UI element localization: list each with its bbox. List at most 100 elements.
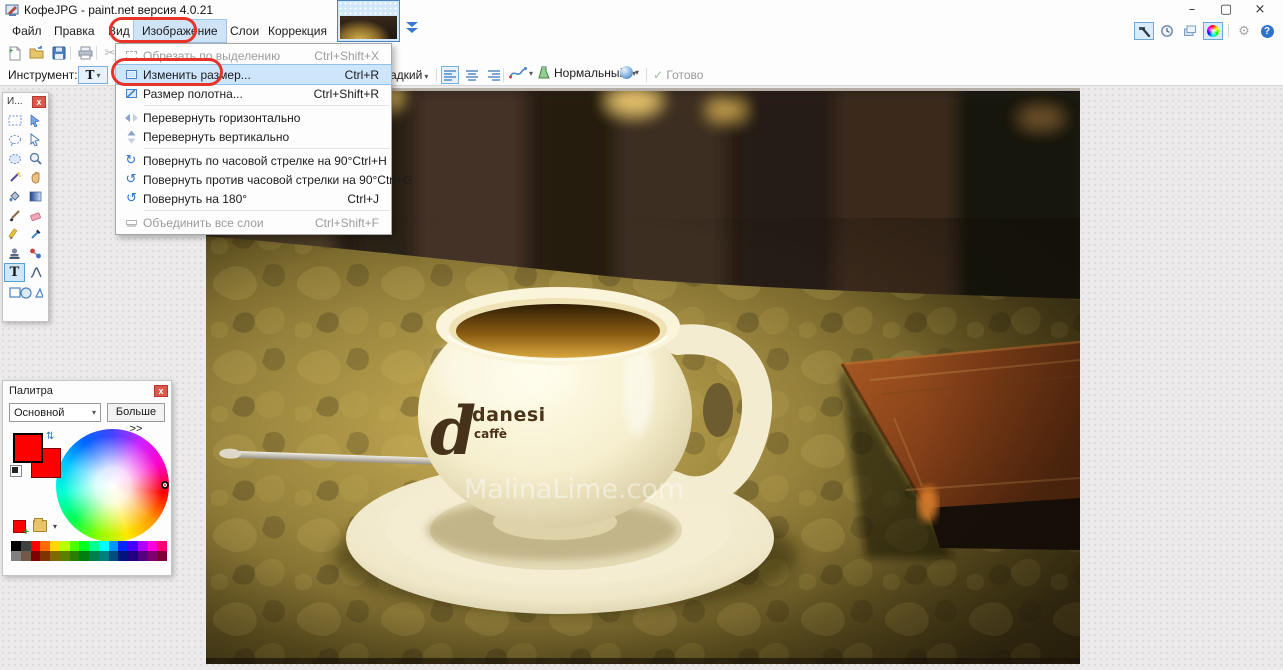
menu-view[interactable]: Вид bbox=[100, 20, 138, 42]
antialias-dropdown[interactable]: ▾ bbox=[620, 66, 639, 79]
menu-adjustments[interactable]: Коррекция bbox=[260, 20, 335, 42]
tool-recolor[interactable] bbox=[25, 244, 46, 263]
document-tab[interactable] bbox=[337, 0, 400, 42]
color-swatch[interactable] bbox=[40, 541, 50, 551]
color-swatch[interactable] bbox=[157, 551, 167, 561]
tool-zoom[interactable] bbox=[25, 149, 46, 168]
tools-window-header[interactable]: И... x bbox=[3, 93, 48, 109]
close-button[interactable]: × bbox=[1243, 0, 1277, 20]
color-swatch[interactable] bbox=[138, 551, 148, 561]
menu-item-flatten[interactable]: Объединить все слои Ctrl+Shift+F bbox=[116, 213, 391, 232]
color-swatch[interactable] bbox=[109, 551, 119, 561]
palette-window-header[interactable]: Палитра x bbox=[3, 381, 171, 399]
menu-item-flip-vertical[interactable]: Перевернуть вертикально bbox=[116, 127, 391, 146]
color-swatch[interactable] bbox=[70, 551, 80, 561]
tool-eraser[interactable] bbox=[25, 206, 46, 225]
menu-item-crop-to-selection[interactable]: Обрезать по выделению Ctrl+Shift+X bbox=[116, 46, 391, 65]
add-color-button[interactable] bbox=[13, 520, 26, 533]
color-swatch[interactable] bbox=[89, 541, 99, 551]
tool-clone-stamp[interactable] bbox=[4, 244, 25, 263]
color-swatch[interactable] bbox=[79, 541, 89, 551]
color-wheel-selector[interactable] bbox=[161, 481, 169, 489]
color-swatch[interactable] bbox=[128, 551, 138, 561]
align-right-button[interactable] bbox=[485, 66, 503, 84]
tool-line-curve[interactable] bbox=[25, 263, 46, 282]
color-swatch[interactable] bbox=[11, 541, 21, 551]
help-icon[interactable]: ? bbox=[1257, 22, 1277, 40]
tool-shapes[interactable] bbox=[4, 282, 47, 303]
print-button[interactable] bbox=[76, 44, 94, 62]
color-swatch[interactable] bbox=[118, 541, 128, 551]
tool-gradient[interactable] bbox=[25, 187, 46, 206]
align-center-button[interactable] bbox=[463, 66, 481, 84]
color-swatch[interactable] bbox=[50, 541, 60, 551]
menu-image[interactable]: Изображение bbox=[134, 20, 226, 42]
palette-mode-dropdown[interactable]: Основной▾ bbox=[9, 403, 101, 422]
menu-item-flip-horizontal[interactable]: Перевернуть горизонтально bbox=[116, 108, 391, 127]
new-file-button[interactable]: + bbox=[6, 44, 24, 62]
palette-close-icon[interactable]: x bbox=[154, 385, 168, 397]
color-swatch[interactable] bbox=[79, 551, 89, 561]
open-file-button[interactable] bbox=[28, 44, 46, 62]
primary-color-swatch[interactable] bbox=[13, 433, 43, 463]
layers-window-icon[interactable] bbox=[1180, 22, 1200, 40]
palette-more-button[interactable]: Больше >> bbox=[107, 403, 165, 422]
color-swatch[interactable] bbox=[148, 551, 158, 561]
color-wheel[interactable] bbox=[56, 429, 169, 542]
tools-close-icon[interactable]: x bbox=[32, 96, 46, 108]
color-swatch[interactable] bbox=[40, 551, 50, 561]
color-swatch[interactable] bbox=[21, 541, 31, 551]
color-swatch[interactable] bbox=[118, 551, 128, 561]
color-swatch[interactable] bbox=[89, 551, 99, 561]
swap-colors-icon[interactable]: ⇅ bbox=[46, 431, 54, 442]
tools-window-icon[interactable] bbox=[1134, 22, 1154, 40]
tool-paint-bucket[interactable] bbox=[4, 187, 25, 206]
menu-item-rotate-cw[interactable]: ↻ Повернуть по часовой стрелке на 90° Ct… bbox=[116, 151, 391, 170]
color-swatch[interactable] bbox=[70, 541, 80, 551]
palette-manager-caret[interactable]: ▾ bbox=[53, 522, 57, 531]
smoothing-dropdown-partial[interactable]: адкий▾ bbox=[390, 64, 428, 86]
color-swatch[interactable] bbox=[138, 541, 148, 551]
colors-window-icon[interactable] bbox=[1203, 22, 1223, 40]
color-swatch[interactable] bbox=[60, 551, 70, 561]
align-left-button[interactable] bbox=[441, 66, 459, 84]
menu-item-canvas-size[interactable]: Размер полотна... Ctrl+Shift+R bbox=[116, 84, 391, 103]
color-swatch[interactable] bbox=[11, 551, 21, 561]
tool-rectangle-select[interactable] bbox=[4, 111, 25, 130]
reset-colors-icon[interactable] bbox=[10, 465, 22, 477]
color-swatch[interactable] bbox=[128, 541, 138, 551]
current-tool-dropdown[interactable]: T ▾ bbox=[78, 66, 108, 84]
finish-button[interactable]: ✓ Готово bbox=[653, 64, 703, 86]
color-swatch[interactable] bbox=[99, 551, 109, 561]
menu-file[interactable]: Файл bbox=[4, 20, 50, 42]
tool-paintbrush[interactable] bbox=[4, 206, 25, 225]
palette-manager-icon[interactable] bbox=[33, 520, 47, 532]
settings-icon[interactable]: ⚙ bbox=[1234, 22, 1254, 40]
color-swatch[interactable] bbox=[21, 551, 31, 561]
tool-lasso-select[interactable] bbox=[4, 130, 25, 149]
color-swatch[interactable] bbox=[50, 551, 60, 561]
color-swatch[interactable] bbox=[109, 541, 119, 551]
tool-pan[interactable] bbox=[25, 168, 46, 187]
color-swatch[interactable] bbox=[157, 541, 167, 551]
save-file-button[interactable] bbox=[50, 44, 68, 62]
tool-magic-wand[interactable] bbox=[4, 168, 25, 187]
color-swatch[interactable] bbox=[99, 541, 109, 551]
menu-item-resize[interactable]: Изменить размер... Ctrl+R bbox=[116, 65, 391, 84]
minimize-button[interactable]: – bbox=[1175, 0, 1209, 20]
history-window-icon[interactable] bbox=[1157, 22, 1177, 40]
color-swatch[interactable] bbox=[60, 541, 70, 551]
tool-text[interactable]: T bbox=[4, 263, 25, 282]
image-list-chevron-icon[interactable] bbox=[404, 22, 420, 34]
render-mode-dropdown[interactable]: ▾ bbox=[509, 66, 533, 80]
menu-item-rotate-ccw[interactable]: ↺ Повернуть против часовой стрелки на 90… bbox=[116, 170, 391, 189]
tool-ellipse-select[interactable] bbox=[4, 149, 25, 168]
tool-color-picker[interactable] bbox=[25, 225, 46, 244]
menu-edit[interactable]: Правка bbox=[46, 20, 103, 42]
tool-pencil[interactable] bbox=[4, 225, 25, 244]
color-swatch[interactable] bbox=[148, 541, 158, 551]
color-swatch[interactable] bbox=[31, 551, 41, 561]
tool-move-selection[interactable] bbox=[25, 130, 46, 149]
color-swatch[interactable] bbox=[31, 541, 41, 551]
menu-item-rotate-180[interactable]: ↻ Повернуть на 180° Ctrl+J bbox=[116, 189, 391, 208]
